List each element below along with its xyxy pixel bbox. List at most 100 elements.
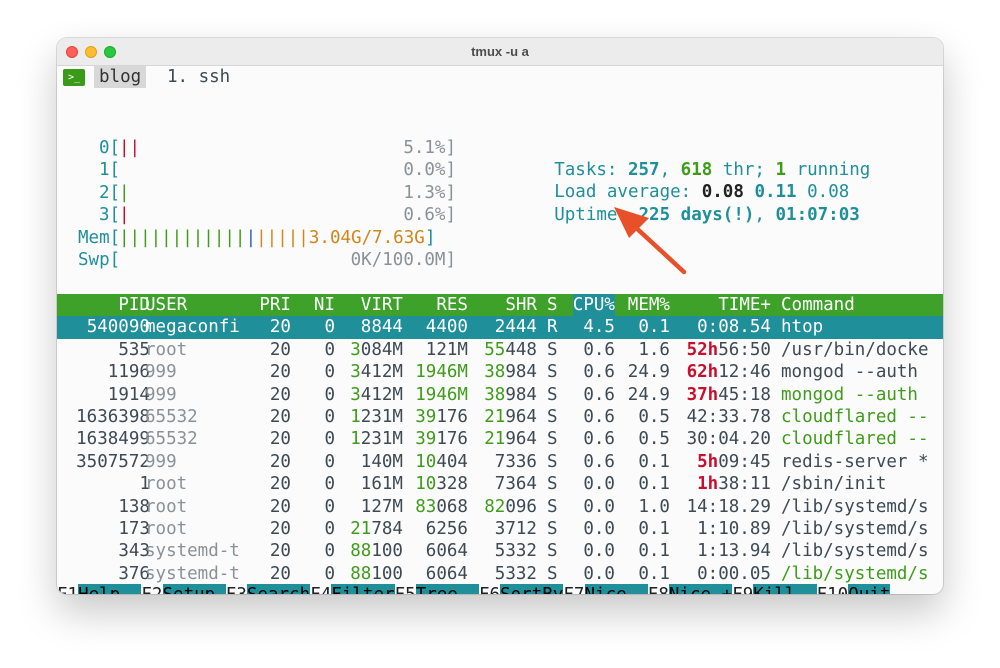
shr-cell-major: 21 bbox=[484, 429, 506, 450]
res-cell-major: 10 bbox=[415, 451, 437, 472]
fkey-f5-button[interactable]: Tree bbox=[415, 584, 479, 594]
time-cell: 12:46 bbox=[718, 362, 771, 383]
table-row[interactable]: 3507572 999 20 0 140M 10 404 7336 S 0.6 0.1 5h 09:45… bbox=[57, 451, 943, 473]
fkey-f8-button[interactable]: Nice + bbox=[668, 584, 733, 594]
fkey-f10-button[interactable]: Quit bbox=[848, 584, 891, 594]
fkey-f2-button[interactable]: Setup bbox=[162, 584, 226, 594]
table-row[interactable]: 138 root 20 0 127M 83 068 82 096 S 0.0 1.0 14:18.29/… bbox=[57, 496, 943, 518]
fkey-f4: F4 bbox=[310, 584, 331, 594]
ni-cell: 0 bbox=[324, 384, 335, 405]
table-row[interactable]: 173 root 20 0 21 784 6256 3712 S 0.0 0.1 1:10.89/li… bbox=[57, 518, 943, 540]
fkey-f2: F2 bbox=[141, 584, 162, 594]
fkey-f5: F5 bbox=[395, 584, 416, 594]
pri-cell: 20 bbox=[269, 384, 291, 405]
column-header-res[interactable]: RES bbox=[436, 294, 468, 316]
pri-cell: 20 bbox=[269, 429, 291, 450]
column-header-time[interactable]: TIME+ bbox=[718, 294, 771, 316]
shr-cell: 984 bbox=[505, 384, 537, 405]
fkey-f6-button[interactable]: SortBy bbox=[500, 584, 564, 594]
ni-cell: 0 bbox=[324, 317, 335, 338]
terminal-content[interactable]: >_ blog 1. ssh 0[|| 5.1%] 1[0.0%] 2[| 1.3%] 3… bbox=[57, 66, 943, 594]
mem-cell: 1.0 bbox=[638, 496, 670, 517]
ni-cell: 0 bbox=[324, 496, 335, 517]
column-header-command[interactable]: Command bbox=[781, 294, 855, 316]
title-bar[interactable]: tmux -u a bbox=[57, 38, 943, 66]
table-row[interactable]: 535 root 20 0 3 084M 121M 55 448 S 0.6 1.6 52h 56:50/… bbox=[57, 339, 943, 361]
state-cell: S bbox=[547, 496, 558, 517]
user-cell: 65532 bbox=[145, 407, 198, 427]
user-cell: megaconfi bbox=[145, 317, 240, 338]
virt-cell: 231M bbox=[360, 429, 403, 450]
cpu-cell: 0.6 bbox=[583, 339, 615, 360]
time-cell: 45:18 bbox=[718, 384, 771, 405]
user-cell: 65532 bbox=[145, 429, 198, 450]
pri-cell: 20 bbox=[269, 563, 291, 584]
mem-cell: 1.6 bbox=[638, 339, 670, 360]
ni-cell: 0 bbox=[324, 519, 335, 539]
fkey-f1-button[interactable]: Help bbox=[78, 584, 142, 594]
pri-cell: 20 bbox=[269, 451, 291, 472]
fkey-f7-button[interactable]: Nice - bbox=[584, 584, 648, 594]
pri-cell: 20 bbox=[269, 519, 291, 539]
fkey-f10: F10 bbox=[817, 584, 849, 594]
column-header-virt[interactable]: VIRT bbox=[361, 294, 403, 316]
column-header-ni[interactable]: NI bbox=[314, 294, 335, 316]
res-cell-major: 83 bbox=[415, 496, 437, 517]
mem-cell: 0.1 bbox=[638, 563, 670, 584]
column-header-s[interactable]: S bbox=[547, 294, 558, 316]
mem-cell: 0.1 bbox=[638, 451, 670, 472]
res-cell-major: 39 bbox=[415, 429, 437, 450]
time-cell: 30:04.20 bbox=[686, 429, 771, 450]
column-header-cpu[interactable]: CPU% bbox=[572, 294, 615, 317]
shr-cell: 448 bbox=[505, 339, 537, 360]
command-cell: /lib/systemd/s bbox=[781, 541, 929, 562]
command-cell: redis-server * bbox=[781, 451, 929, 472]
fkey-f3-button[interactable]: Search bbox=[246, 584, 311, 594]
virt-cell-major: 1 bbox=[350, 407, 361, 427]
table-row[interactable]: 1914 999 20 0 3 412M 1946M 38 984 S 0.6 24.9 37h 45:1… bbox=[57, 384, 943, 406]
virt-cell: 084M bbox=[360, 339, 403, 360]
state-cell: S bbox=[547, 362, 558, 383]
cpu-cell: 0.6 bbox=[583, 451, 615, 472]
fkey-f9-button[interactable]: Kill bbox=[753, 584, 817, 594]
table-row[interactable]: 1636398 65532 20 0 1 231M 39 176 21 964 S 0.6 0.5 42:… bbox=[57, 406, 943, 428]
mem-cell: 24.9 bbox=[627, 384, 670, 405]
table-row[interactable]: 376 systemd-t 20 0 88 100 6064 5332 S 0.0 0.1 0:00.… bbox=[57, 563, 943, 585]
column-header-user[interactable]: USER bbox=[145, 294, 187, 316]
fkey-f4-button[interactable]: Filter bbox=[331, 584, 395, 594]
res-cell: 404 bbox=[436, 451, 468, 472]
command-cell: mongod --auth bbox=[781, 362, 918, 383]
state-cell: S bbox=[547, 339, 558, 360]
command-cell: cloudflared -- bbox=[781, 429, 929, 450]
table-row[interactable]: 1 root 20 0 161M 10 328 7364 S 0.0 0.1 1h 38:11/sbin… bbox=[57, 473, 943, 495]
state-cell: S bbox=[547, 384, 558, 405]
command-cell: /lib/systemd/s bbox=[781, 519, 929, 539]
table-row[interactable]: 1196 999 20 0 3 412M 1946M 38 984 S 0.6 24.9 62h 12:4… bbox=[57, 361, 943, 383]
ni-cell: 0 bbox=[324, 474, 335, 495]
cpu-cell: 0.0 bbox=[583, 563, 615, 584]
column-header-mem[interactable]: MEM% bbox=[628, 294, 670, 316]
table-row[interactable]: 540090 megaconfi 20 0 8844 4400 2444 R 4.5 0.1 0:0… bbox=[57, 316, 943, 339]
command-cell: mongod --auth bbox=[781, 384, 918, 405]
pri-cell: 20 bbox=[269, 362, 291, 383]
user-cell: root bbox=[145, 474, 188, 495]
table-row[interactable]: 1638499 65532 20 0 1 231M 39 176 21 964 S 0.6 0.5 30:… bbox=[57, 428, 943, 450]
time-cell: 42:33.78 bbox=[686, 407, 771, 427]
column-header-shr[interactable]: SHR bbox=[505, 294, 537, 316]
shr-cell: 984 bbox=[505, 362, 537, 383]
time-cell: 09:45 bbox=[718, 451, 771, 472]
virt-cell: 140M bbox=[360, 451, 403, 472]
user-cell: 999 bbox=[145, 362, 177, 383]
cpu-cell: 0.0 bbox=[583, 519, 615, 539]
virt-cell-major: 21 bbox=[350, 519, 372, 539]
res-cell-major: 39 bbox=[415, 407, 437, 427]
command-cell: /lib/systemd/s bbox=[781, 563, 929, 584]
ni-cell: 0 bbox=[324, 407, 335, 427]
column-header-pri[interactable]: PRI bbox=[259, 294, 291, 316]
shr-cell: 7336 bbox=[494, 451, 537, 472]
res-cell-major: 1946M bbox=[415, 384, 468, 405]
table-row[interactable]: 343 systemd-t 20 0 88 100 6064 5332 S 0.0 0.1 1:13.… bbox=[57, 540, 943, 562]
time-cell: 1:13.94 bbox=[697, 541, 771, 562]
virt-cell: 784 bbox=[371, 519, 403, 539]
pri-cell: 20 bbox=[269, 496, 291, 517]
